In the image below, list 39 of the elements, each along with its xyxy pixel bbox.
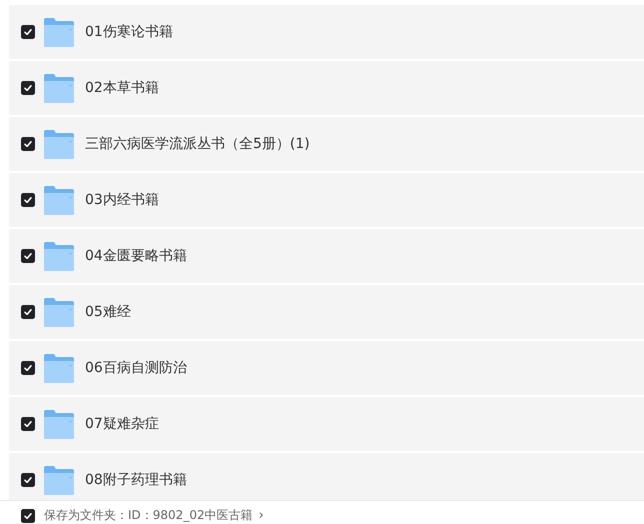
folder-row[interactable]: 05难经	[9, 285, 644, 339]
folder-name: 03内经书籍	[85, 191, 159, 209]
folder-row[interactable]: 01伤寒论书籍	[9, 5, 644, 59]
checkbox[interactable]	[21, 137, 35, 151]
checkbox[interactable]	[21, 249, 35, 263]
checkbox[interactable]	[21, 508, 35, 522]
folder-icon	[44, 241, 74, 271]
folder-icon	[44, 129, 74, 159]
checkbox[interactable]	[21, 81, 35, 95]
chevron-icon[interactable]: ›	[258, 508, 264, 523]
folder-row[interactable]: 04金匮要略书籍	[9, 229, 644, 283]
save-as-folder-label: 保存为文件夹：ID：9802_02中医古籍	[44, 507, 253, 524]
folder-row[interactable]: 08附子药理书籍	[9, 453, 644, 500]
checkbox[interactable]	[21, 473, 35, 487]
folder-name: 07疑难杂症	[85, 415, 159, 433]
checkbox[interactable]	[21, 305, 35, 319]
folder-icon	[44, 17, 74, 47]
folder-row[interactable]: 07疑难杂症	[9, 397, 644, 451]
folder-icon	[44, 73, 74, 103]
checkbox[interactable]	[21, 361, 35, 375]
folder-row[interactable]: 三部六病医学流派丛书（全5册）(1)	[9, 117, 644, 171]
folder-row[interactable]: 06百病自测防治	[9, 341, 644, 395]
checkbox[interactable]	[21, 417, 35, 431]
checkbox[interactable]	[21, 193, 35, 207]
folder-icon	[44, 353, 74, 383]
folder-name: 02本草书籍	[85, 79, 159, 97]
folder-name: 三部六病医学流派丛书（全5册）(1)	[85, 135, 310, 153]
folder-icon	[44, 409, 74, 439]
folder-icon	[44, 185, 74, 215]
folder-icon	[44, 297, 74, 327]
checkbox[interactable]	[21, 25, 35, 39]
folder-name: 06百病自测防治	[85, 359, 187, 377]
folder-name: 08附子药理书籍	[85, 471, 187, 489]
folder-name: 05难经	[85, 303, 131, 321]
folder-name: 01伤寒论书籍	[85, 23, 173, 41]
folder-row[interactable]: 02本草书籍	[9, 61, 644, 115]
folder-row[interactable]: 03内经书籍	[9, 173, 644, 227]
folder-name: 04金匮要略书籍	[85, 247, 187, 265]
folder-icon	[44, 465, 74, 495]
